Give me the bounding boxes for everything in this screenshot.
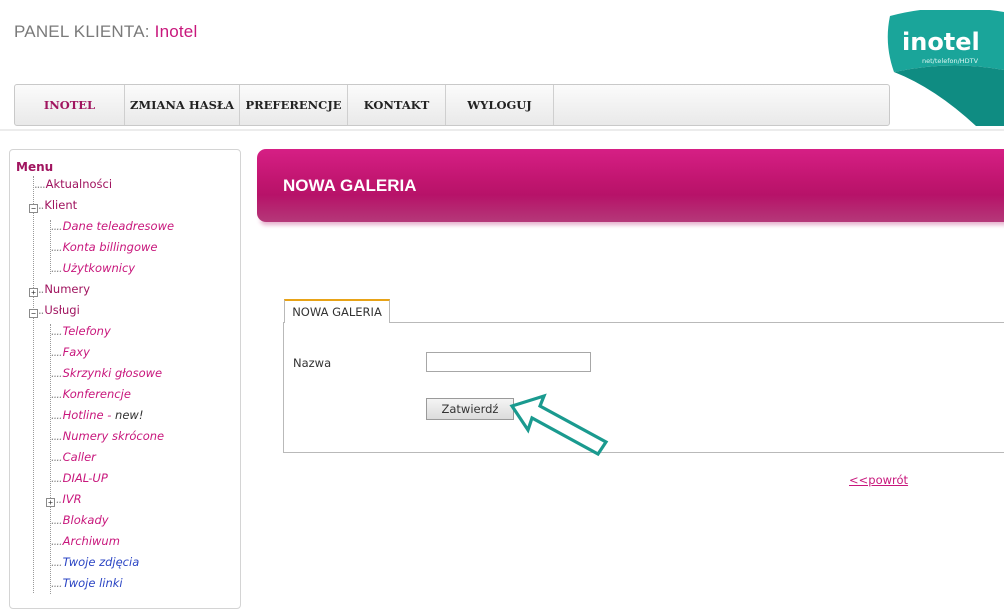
expand-ivr-icon[interactable]: + <box>46 498 55 507</box>
sidebar-item-caller[interactable]: ....Caller <box>51 450 96 464</box>
collapse-uslugi-icon[interactable]: − <box>29 309 38 318</box>
inotel-logo: inotel net/telefon/HDTV <box>887 10 1004 126</box>
sidebar-item-hotline[interactable]: ....Hotline - new! <box>51 408 143 422</box>
sidebar-item-konferencje[interactable]: ....Konferencje <box>51 387 131 401</box>
nav-item-inotel[interactable]: INOTEL <box>15 85 125 125</box>
sidebar-item-skrzynki-glosowe[interactable]: ....Skrzynki głosowe <box>51 366 162 380</box>
logo-text: inotel <box>902 28 980 56</box>
sidebar-item-telefony[interactable]: ....Telefony <box>51 324 111 338</box>
pointer-arrow-icon <box>509 393 609 457</box>
nav-item-preferences[interactable]: PREFERENCJE <box>240 85 348 125</box>
back-link[interactable]: <<powrót <box>849 473 908 487</box>
sidebar-item-twoje-linki[interactable]: ....Twoje linki <box>51 576 123 590</box>
sidebar-item-archiwum[interactable]: ....Archiwum <box>51 534 120 548</box>
sidebar-item-konta-billingowe[interactable]: ....Konta billingowe <box>51 240 157 254</box>
tree-line-uslugi <box>33 318 34 593</box>
sidebar-item-aktualnosci[interactable]: ....Aktualności <box>34 177 112 191</box>
header-title-brand: Inotel <box>154 22 198 41</box>
sidebar-item-uzytkownicy[interactable]: ....Użytkownicy <box>51 261 135 275</box>
sidebar-item-ivr[interactable]: ..IVR <box>56 492 82 506</box>
name-label: Nazwa <box>293 356 332 370</box>
header-title-prefix: PANEL KLIENTA: <box>14 22 150 41</box>
header-divider <box>0 129 1004 131</box>
page-header-title: PANEL KLIENTA: Inotel <box>14 22 197 42</box>
top-navigation: INOTEL ZMIANA HASŁA PREFERENCJE KONTAKT … <box>14 84 890 126</box>
nav-item-change-password[interactable]: ZMIANA HASŁA <box>125 85 240 125</box>
sidebar-item-dial-up[interactable]: ....DIAL-UP <box>51 471 108 485</box>
page-title: NOWA GALERIA <box>283 176 417 195</box>
page-banner-gloss <box>257 195 1004 222</box>
nav-item-logout[interactable]: WYLOGUJ <box>446 85 554 125</box>
form-panel <box>283 322 1004 453</box>
sidebar-item-dane-teleadresowe[interactable]: ....Dane teleadresowe <box>51 219 174 233</box>
collapse-klient-icon[interactable]: − <box>29 204 38 213</box>
name-input[interactable] <box>426 352 591 372</box>
sidebar-item-klient[interactable]: ..Klient <box>38 198 77 212</box>
sidebar-item-uslugi[interactable]: ..Usługi <box>38 303 80 317</box>
expand-numery-icon[interactable]: + <box>29 288 38 297</box>
new-badge: new! <box>115 408 144 422</box>
sidebar-item-numery[interactable]: ..Numery <box>38 282 90 296</box>
sidebar-item-blokady[interactable]: ....Blokady <box>51 513 109 527</box>
sidebar-menu-title: Menu <box>16 160 54 174</box>
sidebar-item-faxy[interactable]: ....Faxy <box>51 345 90 359</box>
nav-item-contact[interactable]: KONTAKT <box>348 85 446 125</box>
tab-nowa-galeria[interactable]: NOWA GALERIA <box>284 299 390 323</box>
sidebar-item-twoje-zdjecia[interactable]: ....Twoje zdjęcia <box>51 555 139 569</box>
logo-tagline: net/telefon/HDTV <box>922 57 979 65</box>
sidebar-item-numery-skrocone[interactable]: ....Numery skrócone <box>51 429 164 443</box>
